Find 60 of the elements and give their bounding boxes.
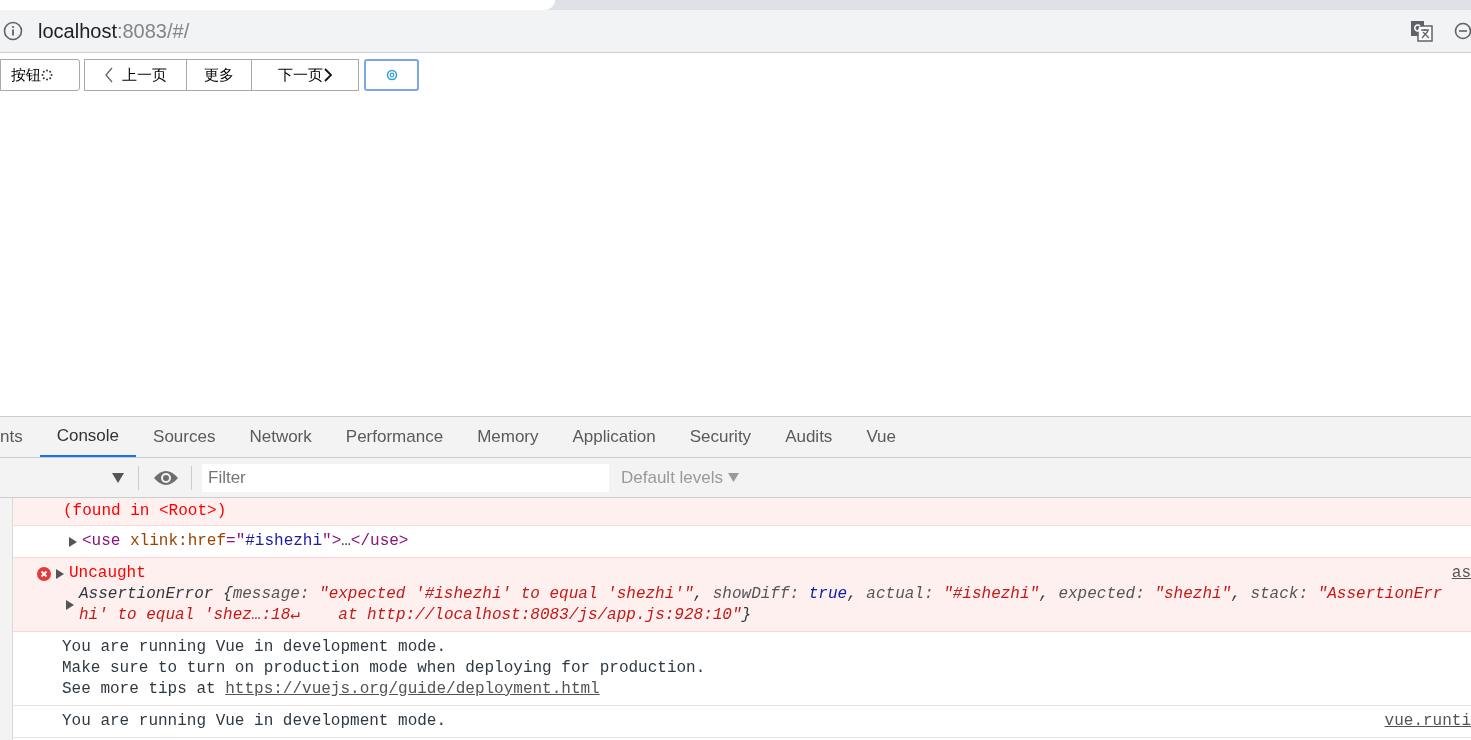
- code-token: "#ishezhi": [943, 584, 1040, 605]
- chevron-left-icon: [104, 67, 114, 83]
- code-token: ,: [1039, 584, 1050, 605]
- code-token: </use>: [350, 531, 409, 552]
- source-link[interactable]: vue.runti: [1384, 711, 1471, 732]
- log-text: See more tips at: [62, 679, 217, 700]
- dropdown-arrow-icon[interactable]: [112, 472, 124, 483]
- link[interactable]: https://vuejs.org/guide/deployment.html: [225, 679, 600, 700]
- code-token: ,: [693, 584, 705, 605]
- source-link[interactable]: as: [1451, 563, 1471, 584]
- code-token: ,: [847, 584, 858, 605]
- code-token: "shezhi": [1154, 584, 1232, 605]
- code-token: true: [808, 584, 848, 605]
- code-token: actual:: [866, 584, 935, 605]
- code-token: showDiff:: [712, 584, 801, 605]
- chevron-right-icon: [322, 67, 333, 83]
- error-title: Uncaught: [69, 563, 146, 584]
- devtools-tab[interactable]: nts: [0, 417, 40, 457]
- devtools-tab[interactable]: Network: [232, 417, 329, 457]
- code-token: <use: [82, 531, 122, 552]
- url-host: localhost: [38, 19, 117, 44]
- expand-triangle-icon[interactable]: [56, 568, 64, 579]
- code-token: …: [341, 531, 351, 552]
- address-bar[interactable]: localhost:8083/#/: [0, 10, 1471, 53]
- expand-triangle-icon[interactable]: [69, 536, 77, 547]
- info-icon[interactable]: [3, 21, 23, 41]
- eye-icon[interactable]: [153, 468, 179, 487]
- code-token: message:: [232, 584, 311, 605]
- code-token: "AssertionErr: [1317, 584, 1443, 605]
- devtools-tab[interactable]: Security: [672, 417, 769, 457]
- log-text: You are running Vue in development mode.: [62, 637, 447, 658]
- code-token: stack:: [1250, 584, 1309, 605]
- filter-field[interactable]: Filter: [202, 463, 609, 492]
- devtools-tab[interactable]: Audits: [768, 417, 850, 457]
- translate-icon[interactable]: [1410, 20, 1434, 42]
- log-text: Make sure to turn on production mode when deploying for production.: [62, 658, 706, 679]
- code-token: }: [741, 605, 752, 626]
- code-token: #ishezhi: [245, 531, 323, 552]
- code-token: ">: [322, 531, 342, 552]
- code-token: xlink:href: [130, 531, 227, 552]
- zoom-out-icon[interactable]: [1453, 21, 1471, 41]
- error-text: (found in <Root>): [63, 501, 228, 522]
- devtools-tab[interactable]: Memory: [460, 417, 556, 457]
- spinner-icon: [41, 69, 53, 81]
- devtools-tab[interactable]: Vue: [849, 417, 913, 457]
- code-token: "expected '#ishezhi' to equal 'shezhi'": [319, 584, 694, 605]
- error-icon: [37, 566, 51, 581]
- dropdown-arrow-icon: [728, 473, 740, 482]
- code-token: expected:: [1058, 584, 1146, 605]
- url-path: :8083/#/: [116, 19, 190, 44]
- devtools-tab[interactable]: Performance: [328, 417, 461, 457]
- code-token: hi' to equal 'shez…:18↵ at http://localhost:8083/js/app.js:928:10": [79, 605, 742, 626]
- devtools-tab[interactable]: Sources: [136, 417, 233, 457]
- expand-triangle-icon[interactable]: [66, 600, 74, 610]
- devtools-tab[interactable]: Application: [555, 417, 673, 457]
- code-token: ,: [1231, 584, 1242, 605]
- code-token: =": [226, 531, 246, 552]
- loading-button[interactable]: 按钮: [0, 59, 80, 91]
- log-text: You are running Vue in development mode.: [62, 711, 447, 732]
- code-token: AssertionError {: [79, 584, 233, 605]
